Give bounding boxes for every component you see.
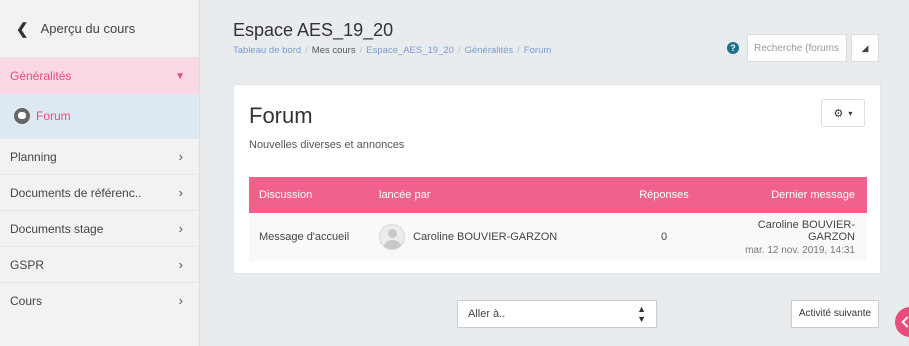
breadcrumb-dashboard[interactable]: Tableau de bord xyxy=(233,45,301,56)
forum-settings-menu-button[interactable]: ⚙ ▾ xyxy=(821,99,865,127)
page-title: Espace AES_19_20 xyxy=(233,20,394,40)
sidebar-item-planning[interactable]: Planning › xyxy=(0,138,199,174)
column-header-last-post: Dernier message xyxy=(719,177,867,213)
chevron-right-icon: › xyxy=(178,257,183,272)
search-arrow-icon: ◢ xyxy=(861,43,869,53)
sidebar-item-documents-stage[interactable]: Documents stage › xyxy=(0,210,199,246)
select-arrows-icon: ▲ ▼ xyxy=(637,304,646,324)
chevron-right-icon: › xyxy=(178,293,183,308)
replies-count[interactable]: 0 xyxy=(609,213,719,261)
jump-to-selected-value: Aller à.. xyxy=(468,308,506,320)
course-overview-label: Aperçu du cours xyxy=(40,21,136,36)
sidebar-item-label: Planning xyxy=(10,149,57,164)
column-header-started-by: lancée par xyxy=(379,177,609,213)
help-icon[interactable]: ? xyxy=(727,42,739,54)
sidebar-item-label: Cours xyxy=(10,293,43,308)
discussion-table: Discussion lancée par Réponses Dernier m… xyxy=(249,177,867,261)
avatar[interactable] xyxy=(379,224,405,250)
breadcrumb-forum[interactable]: Forum xyxy=(524,45,551,56)
forum-description: Nouvelles diverses et annonces xyxy=(249,139,405,151)
breadcrumb-my-courses[interactable]: Mes cours xyxy=(312,45,356,56)
sidebar-item-gspr[interactable]: GSPR › xyxy=(0,246,199,282)
breadcrumb-separator: / xyxy=(359,45,363,56)
breadcrumb-separator: / xyxy=(305,45,308,56)
author-cell: Caroline BOUVIER-GARZON xyxy=(379,224,609,250)
column-header-replies: Réponses xyxy=(609,177,719,213)
next-activity-button[interactable]: Activité suivante xyxy=(791,300,879,328)
sidebar-item-documents-reference[interactable]: Documents de référenc.. › xyxy=(0,174,199,210)
sidebar-section-label: Généralités xyxy=(10,69,72,83)
chevron-right-icon: › xyxy=(178,185,183,200)
breadcrumb-separator: / xyxy=(517,45,520,56)
breadcrumb-section[interactable]: Généralités xyxy=(465,45,514,56)
sidebar-item-label: GSPR xyxy=(10,257,45,272)
forum-title: Forum xyxy=(249,103,313,128)
forum-search-input[interactable]: Recherche (forums xyxy=(747,34,847,62)
forum-icon xyxy=(14,108,30,124)
discussion-link[interactable]: Message d'accueil xyxy=(249,213,379,261)
last-post-date-link[interactable]: mar. 12 nov. 2019, 14:31 xyxy=(719,245,855,256)
breadcrumb-separator: / xyxy=(457,45,461,56)
column-header-discussion: Discussion xyxy=(249,177,379,213)
chevron-right-icon: › xyxy=(178,221,183,236)
jump-to-select[interactable]: Aller à.. ▲ ▼ xyxy=(457,300,657,328)
table-header-row: Discussion lancée par Réponses Dernier m… xyxy=(249,177,867,213)
last-post-author-link[interactable]: Caroline BOUVIER-GARZON xyxy=(719,219,855,243)
search-submit-button[interactable]: ◢ xyxy=(851,34,879,62)
course-overview-link[interactable]: ❮ Aperçu du cours xyxy=(0,0,199,58)
table-row: Message d'accueil Caroline BOUVIER-GARZO… xyxy=(249,213,867,261)
breadcrumb-course[interactable]: Espace_AES_19_20 xyxy=(366,45,454,56)
chevron-right-icon: › xyxy=(178,149,183,164)
last-post-cell: Caroline BOUVIER-GARZON mar. 12 nov. 201… xyxy=(719,213,867,261)
chevron-down-icon: ▼ xyxy=(175,70,185,82)
caret-down-icon: ▾ xyxy=(848,108,853,118)
gear-icon: ⚙ xyxy=(833,107,844,120)
sidebar-item-label: Forum xyxy=(36,109,71,123)
sidebar-section-generalites[interactable]: Généralités ▼ xyxy=(0,58,199,94)
course-sidebar: ❮ Aperçu du cours Généralités ▼ Forum Pl… xyxy=(0,0,200,346)
chevron-left-icon: ❮ xyxy=(16,20,29,38)
forum-card: Forum ⚙ ▾ Nouvelles diverses et annonces… xyxy=(233,84,881,274)
sidebar-item-cours[interactable]: Cours › xyxy=(0,282,199,318)
sidebar-item-label: Documents de référenc.. xyxy=(10,185,142,200)
sidebar-item-label: Documents stage xyxy=(10,221,104,236)
drawer-toggle-button[interactable] xyxy=(895,307,909,337)
breadcrumb: Tableau de bord / Mes cours / Espace_AES_19_… xyxy=(233,45,551,56)
sidebar-item-forum[interactable]: Forum xyxy=(0,94,199,138)
author-name-link[interactable]: Caroline BOUVIER-GARZON xyxy=(413,231,557,243)
